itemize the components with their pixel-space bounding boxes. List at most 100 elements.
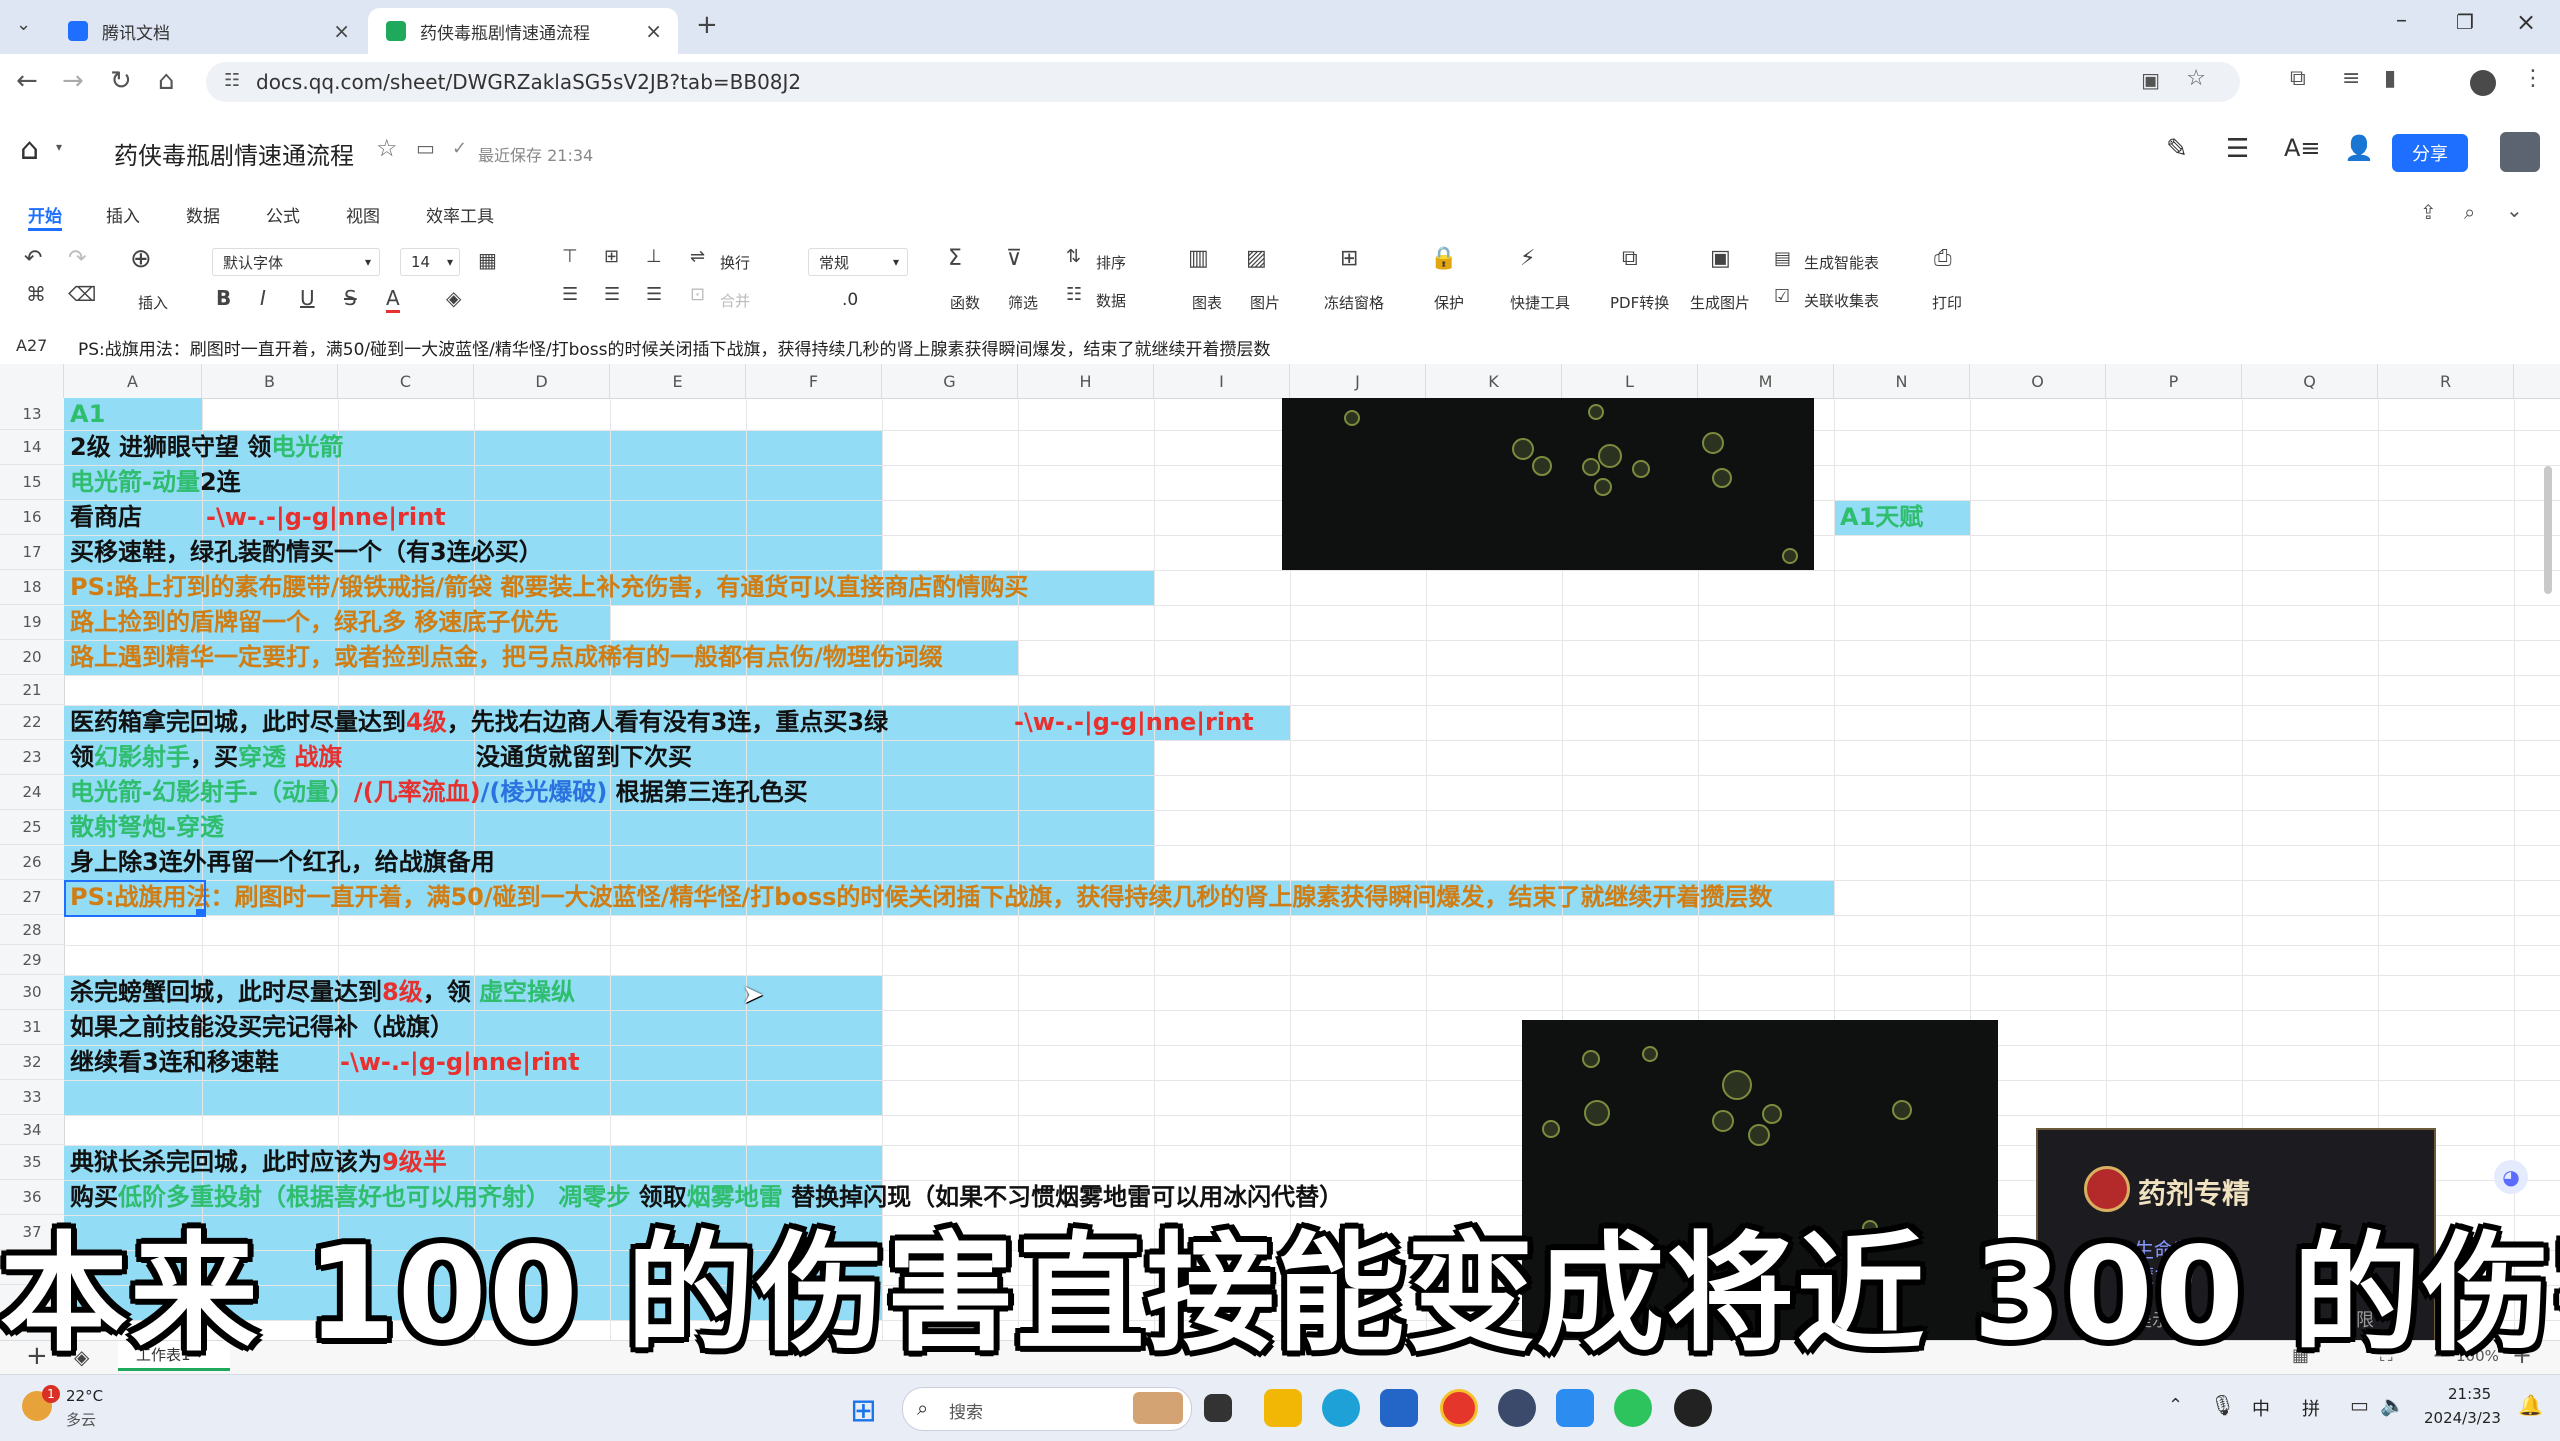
cell-text-row-30[interactable]: 杀完螃蟹回城，此时尽量达到8级，领 虚空操纵 [70,975,575,1010]
selected-cell[interactable] [64,880,206,917]
row-header-21[interactable]: 21 [0,675,64,705]
browser-tab-tencent-docs[interactable]: 腾讯文档 × [50,8,366,54]
row-header-25[interactable]: 25 [0,810,64,845]
close-tab-icon[interactable]: × [333,19,350,43]
align-right-icon[interactable]: ☰ [646,284,662,305]
cell-text-row-26[interactable]: 身上除3连外再留一个红孔，给战旗备用 [70,845,495,880]
print-icon[interactable]: ⎙ [1934,246,1952,271]
url-field[interactable]: ☷ docs.qq.com/sheet/DWGRZaklaSG5sV2JB?ta… [206,62,2240,102]
tray-expand-icon[interactable]: ⌃ [2168,1395,2183,1416]
file-explorer-icon[interactable] [1264,1389,1302,1427]
freeze-label[interactable]: 冻结窗格 [1324,292,1384,313]
function-label[interactable]: 函数 [950,292,980,313]
column-header-b[interactable]: B [202,364,338,398]
extensions-icon[interactable]: ⧉ [2290,66,2306,91]
row-header-34[interactable]: 34 [0,1115,64,1145]
quick-tools-icon[interactable]: ⚡ [1520,246,1535,271]
tab-efficiency[interactable]: 效率工具 [426,202,494,227]
wechat-icon[interactable] [1614,1389,1652,1427]
edge-browser-icon[interactable] [1322,1389,1360,1427]
number-format-select[interactable]: 常规 ▾ [808,248,908,276]
search-icon[interactable]: ⌕ [2464,200,2475,224]
cell-text-row-25[interactable]: 散射弩炮-穿透 [70,810,224,845]
cell-text-row-16[interactable]: 看商店 [70,500,142,535]
column-header-l[interactable]: L [1562,364,1698,398]
row-header-22[interactable]: 22 [0,705,64,740]
pdf-label[interactable]: PDF转换 [1610,292,1669,313]
picture-label[interactable]: 图片 [1250,292,1280,313]
reload-icon[interactable]: ↻ [110,66,132,96]
merge-label[interactable]: 合并 [720,290,750,311]
formula-input[interactable]: PS:战旗用法：刷图时一直开着，满50/碰到一大波蓝怪/精华怪/打boss的时候… [78,335,1271,360]
vertical-scrollbar[interactable] [2544,466,2552,594]
row-header-29[interactable]: 29 [0,945,64,975]
column-header-m[interactable]: M [1698,364,1834,398]
column-header-n[interactable]: N [1834,364,1970,398]
favorite-star-icon[interactable]: ☆ [376,134,398,162]
collect-table-label[interactable]: 关联收集表 [1804,290,1879,311]
cell-text-row-23[interactable]: 领幻影射手，买穿透 战旗 [70,740,342,775]
format-painter-icon[interactable]: ⌘ [26,282,46,306]
picture-icon[interactable]: ▨ [1246,246,1267,271]
browser-menu-icon[interactable]: ⋮ [2522,66,2544,91]
minimize-window-icon[interactable]: – [2396,8,2407,33]
quick-tools-label[interactable]: 快捷工具 [1510,292,1570,313]
tab-formula[interactable]: 公式 [266,202,300,227]
font-size-select[interactable]: 14 ▾ [400,248,460,276]
column-header-p[interactable]: P [2106,364,2242,398]
cell-text-row-14[interactable]: 2级 进狮眼守望 领电光箭 [70,430,343,465]
forward-icon[interactable]: → [62,66,84,96]
chart-icon[interactable]: ▥ [1188,246,1209,271]
fill-handle[interactable] [196,909,204,917]
clock-time[interactable]: 21:35 [2448,1385,2491,1403]
cell-text-row-32[interactable]: 继续看3连和移速鞋 [70,1045,279,1080]
network-icon[interactable]: ▭ [2350,1393,2369,1417]
clock-date[interactable]: 2024/3/23 [2424,1409,2501,1427]
media-control-icon[interactable]: ≡ [2342,66,2360,91]
smart-table-icon[interactable]: ▤ [1774,248,1791,269]
row-header-28[interactable]: 28 [0,915,64,945]
column-header-h[interactable]: H [1018,364,1154,398]
share-button[interactable]: 分享 [2392,134,2468,172]
text-style-icon[interactable]: A≡ [2284,134,2321,162]
strikethrough-icon[interactable]: S [344,286,357,310]
docs-home-icon[interactable]: ⌂ [20,132,39,167]
cell-text-row-15[interactable]: 电光箭-动量2连 [70,465,241,500]
bookmark-star-icon[interactable]: ☆ [2186,66,2206,91]
user-avatar[interactable] [2500,132,2540,172]
cell-text-row-23[interactable]: 没通货就留到下次买 [476,740,692,775]
border-icon[interactable]: ▦ [478,248,497,272]
column-header-f[interactable]: F [746,364,882,398]
fill-color-icon[interactable]: ◈ [446,286,461,310]
tab-start[interactable]: 开始 [28,202,62,227]
data-label[interactable]: 数据 [1096,290,1126,311]
column-header-a[interactable]: A [64,364,202,398]
row-header-17[interactable]: 17 [0,535,64,570]
passive-tree-image-1[interactable] [1282,398,1814,570]
select-all-corner[interactable] [0,364,64,398]
app-circle-icon[interactable] [1498,1389,1536,1427]
cell-text-row-27[interactable]: PS:战旗用法：刷图时一直开着，满50/碰到一大波蓝怪/精华怪/打boss的时候… [70,880,1772,915]
pdf-convert-icon[interactable]: ⧉ [1622,246,1638,271]
smart-table-label[interactable]: 生成智能表 [1804,252,1879,273]
filter-icon[interactable]: ⊽ [1006,246,1022,271]
align-middle-icon[interactable]: ⊞ [604,246,619,267]
notification-bell-icon[interactable]: 🔔 [2518,1393,2543,1417]
wrap-label[interactable]: 换行 [720,252,750,273]
chrome-icon[interactable] [1440,1389,1478,1427]
store-icon[interactable] [1380,1389,1418,1427]
font-color-icon[interactable]: A [386,286,400,313]
protect-label[interactable]: 保护 [1434,292,1464,313]
row-header-15[interactable]: 15 [0,465,64,500]
side-panel-icon[interactable]: ▮ [2384,66,2396,91]
cell-text-row-18[interactable]: PS:路上打到的素布腰带/锻铁戒指/箭袋 都要装上补充伤害，有通货可以直接商店酌… [70,570,1028,605]
document-title[interactable]: 药侠毒瓶剧情速通流程 [114,136,354,171]
ime-mode-1[interactable]: 中 [2252,1395,2270,1421]
cell-text-row-32[interactable]: -\w-.-|g-g|nne|rint [340,1045,580,1080]
tab-data[interactable]: 数据 [186,202,220,227]
wrap-icon[interactable]: ⇌ [690,246,705,267]
collapse-ribbon-icon[interactable]: ⌄ [2506,198,2523,222]
collect-table-icon[interactable]: ☑ [1774,286,1790,307]
column-header-e[interactable]: E [610,364,746,398]
generate-image-icon[interactable]: ▣ [1710,246,1731,271]
